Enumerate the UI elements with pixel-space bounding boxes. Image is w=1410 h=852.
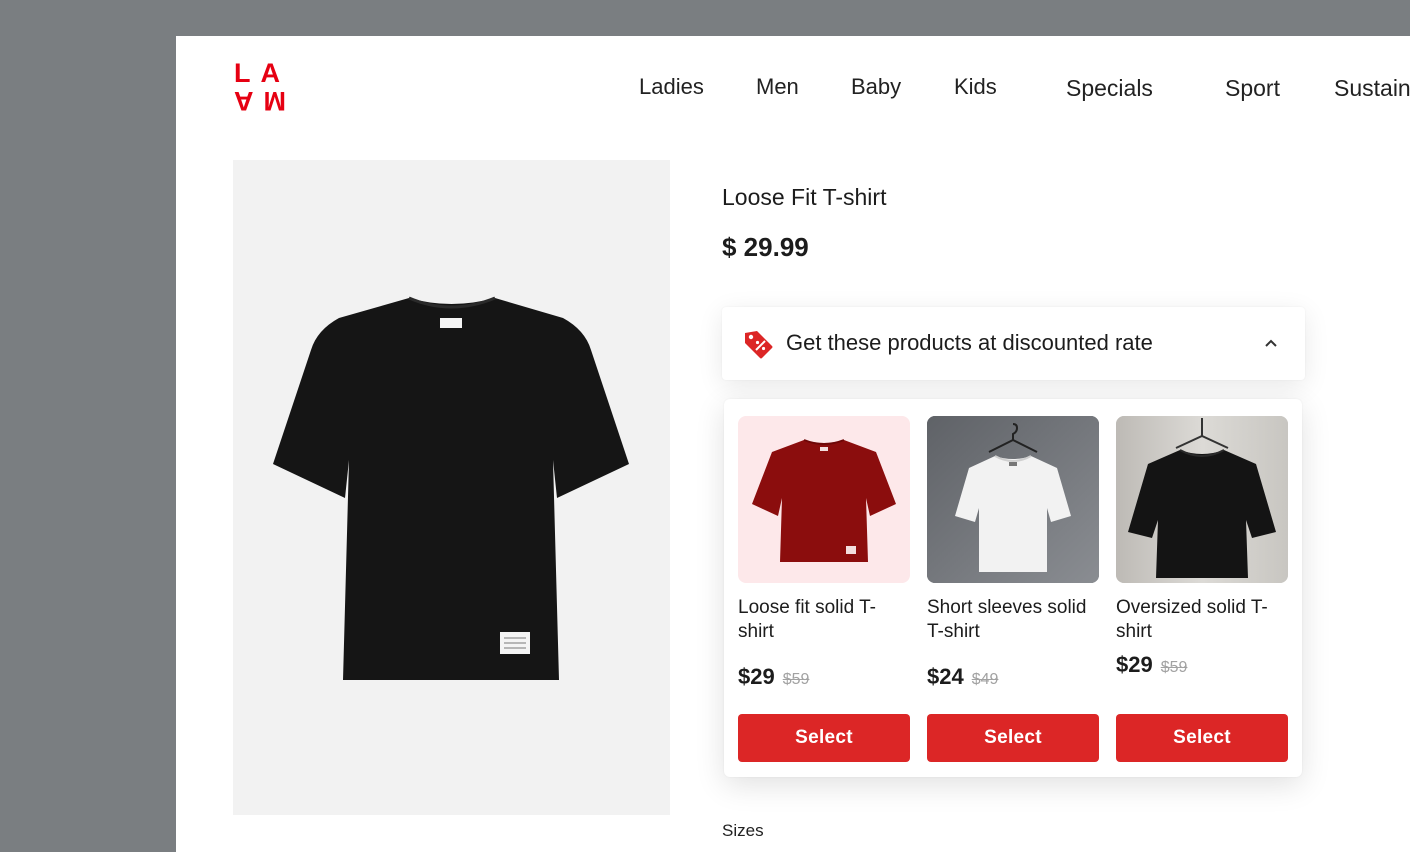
nav-item-specials[interactable]: Specials [1066,75,1153,102]
select-button[interactable]: Select [1116,714,1288,762]
black-tshirt-image [273,296,629,680]
nav-item-ladies[interactable]: Ladies [639,74,704,100]
offer-price: $29 [738,664,775,689]
offer-card: Loose fit solid T-shirt $29 $59 Select [738,416,910,762]
nav-item-sport[interactable]: Sport [1225,75,1280,102]
black-oversized-tshirt-image [1116,416,1288,583]
offer-image[interactable] [1116,416,1288,583]
offer-image[interactable] [738,416,910,583]
offer-price: $24 [927,664,964,689]
offer-card: Short sleeves solid T-shirt $24 $49 Selec… [927,416,1099,762]
offer-old-price: $59 [782,671,810,688]
discount-accordion-header[interactable]: Get these products at discounted rate [722,307,1305,380]
white-tshirt-image [927,416,1099,583]
brand-logo[interactable]: LA AM [234,58,296,117]
offer-image[interactable] [927,416,1099,583]
nav-item-kids[interactable]: Kids [954,74,997,100]
offer-old-price: $59 [1160,659,1188,676]
nav-item-men[interactable]: Men [756,74,799,100]
product-image[interactable] [233,160,670,815]
logo-bottom-text: AM [234,86,296,116]
offer-card: Oversized solid T-shirt $29 $59 Select [1116,416,1288,762]
red-tshirt-image [752,439,896,562]
offer-old-price: $49 [971,671,999,688]
sizes-label: Sizes [722,821,764,840]
discount-tag-icon [745,331,773,359]
offer-price-row: $29 $59 [738,664,809,690]
offer-price: $29 [1116,652,1153,677]
logo-top-text: LA [234,58,290,88]
offer-name: Oversized solid T-shirt [1116,597,1268,642]
nav-item-baby[interactable]: Baby [851,74,901,100]
offer-name: Loose fit solid T-shirt [738,597,877,642]
select-button[interactable]: Select [927,714,1099,762]
product-title: Loose Fit T-shirt [722,184,887,210]
discount-offers-panel: Loose fit solid T-shirt $29 $59 Select S… [724,399,1302,777]
offer-price-row: $29 $59 [1116,652,1187,678]
offer-price-row: $24 $49 [927,664,998,690]
offer-name: Short sleeves solid T-shirt [927,597,1087,642]
discount-label: Get these products at discounted rate [786,330,1153,355]
nav-item-sustainability[interactable]: Sustain [1334,75,1410,102]
select-button[interactable]: Select [738,714,910,762]
page: LA AM Ladies Men Baby Kids Specials Spor… [176,36,1410,852]
product-price: $ 29.99 [722,232,809,262]
chevron-up-icon[interactable] [1263,335,1279,351]
